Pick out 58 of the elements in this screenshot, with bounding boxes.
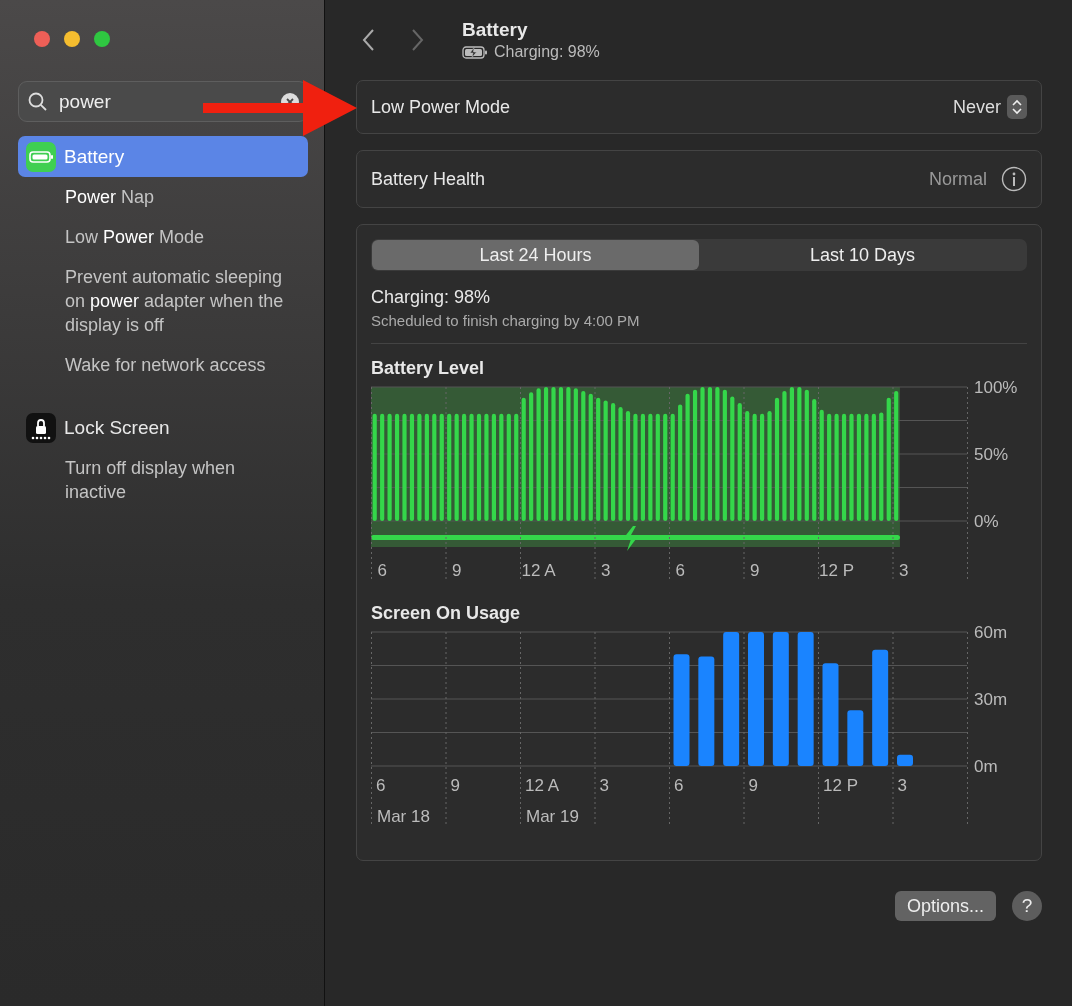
search-icon: [28, 92, 48, 112]
axis-label: 9: [451, 561, 462, 580]
window-control[interactable]: [34, 31, 50, 47]
axis-label: 9: [748, 776, 758, 795]
battery-icon: [26, 141, 56, 172]
window-control[interactable]: [94, 31, 110, 47]
axis-label: 6: [376, 776, 386, 795]
sidebar-subitem[interactable]: Low Power Mode: [18, 217, 297, 257]
axis-label: 100%: [974, 381, 1018, 397]
info-icon[interactable]: [1001, 166, 1027, 192]
axis-label: 3: [898, 561, 909, 580]
axis-label: 9: [450, 776, 460, 795]
axis-label: 12 P: [819, 561, 855, 580]
back-icon[interactable]: [362, 28, 376, 52]
sidebar-subitem[interactable]: Prevent automatic sleeping on power adapter when the display is off: [18, 257, 297, 345]
axis-label: 6: [674, 776, 684, 795]
tab[interactable]: Last 10 Days: [699, 240, 1026, 270]
charge-status: Charging: 98%: [371, 287, 492, 308]
help-button[interactable]: ?: [1012, 891, 1042, 921]
sidebar-subitem[interactable]: Power Nap: [18, 177, 297, 217]
axis-label: 12 A: [525, 776, 560, 795]
chart-title: Battery Level: [371, 358, 486, 379]
tab[interactable]: Last 24 Hours: [372, 240, 699, 270]
chart-bar: [847, 710, 864, 766]
axis-label: 3: [897, 776, 907, 795]
page-title: Battery: [462, 19, 529, 41]
axis-label: 9: [749, 561, 760, 580]
axis-label: 6: [675, 561, 685, 580]
axis-label: 6: [377, 561, 387, 580]
setting-label: Battery Health: [371, 168, 487, 190]
chart-title: Screen On Usage: [371, 603, 522, 624]
lock-icon: [26, 412, 56, 443]
axis-label: 12 A: [521, 561, 556, 580]
axis-label: 3: [599, 776, 609, 795]
charge-detail: Scheduled to finish charging by 4:00 PM: [371, 312, 641, 329]
charging-status: Charging: 98%: [494, 43, 600, 61]
setting-value: Normal: [929, 168, 987, 190]
chart-bar: [897, 754, 913, 766]
stepper-icon: [1007, 95, 1027, 119]
popup-button[interactable]: Never: [953, 95, 1027, 119]
axis-label: 12 P: [823, 776, 858, 795]
setting-label: Low Power Mode: [371, 96, 512, 118]
date-label: Mar 19: [526, 807, 579, 826]
battery-charging-icon: [462, 45, 488, 59]
axis-label: 30m: [974, 690, 1008, 709]
sidebar-item[interactable]: Battery: [18, 136, 308, 177]
window-control[interactable]: [64, 31, 80, 47]
forward-icon[interactable]: [410, 28, 424, 52]
sidebar-item[interactable]: Lock Screen: [18, 407, 308, 448]
axis-label: 0m: [974, 757, 998, 776]
axis-label: 0%: [974, 512, 999, 531]
sidebar-subitem[interactable]: Wake for network access: [18, 345, 297, 385]
date-label: Mar 18: [377, 807, 430, 826]
axis-label: 3: [600, 561, 611, 580]
sidebar-subitem[interactable]: Turn off display when inactive: [18, 448, 297, 512]
options-button[interactable]: Options...: [894, 891, 996, 921]
axis-label: 50%: [974, 445, 1009, 464]
axis-label: 60m: [974, 626, 1008, 642]
